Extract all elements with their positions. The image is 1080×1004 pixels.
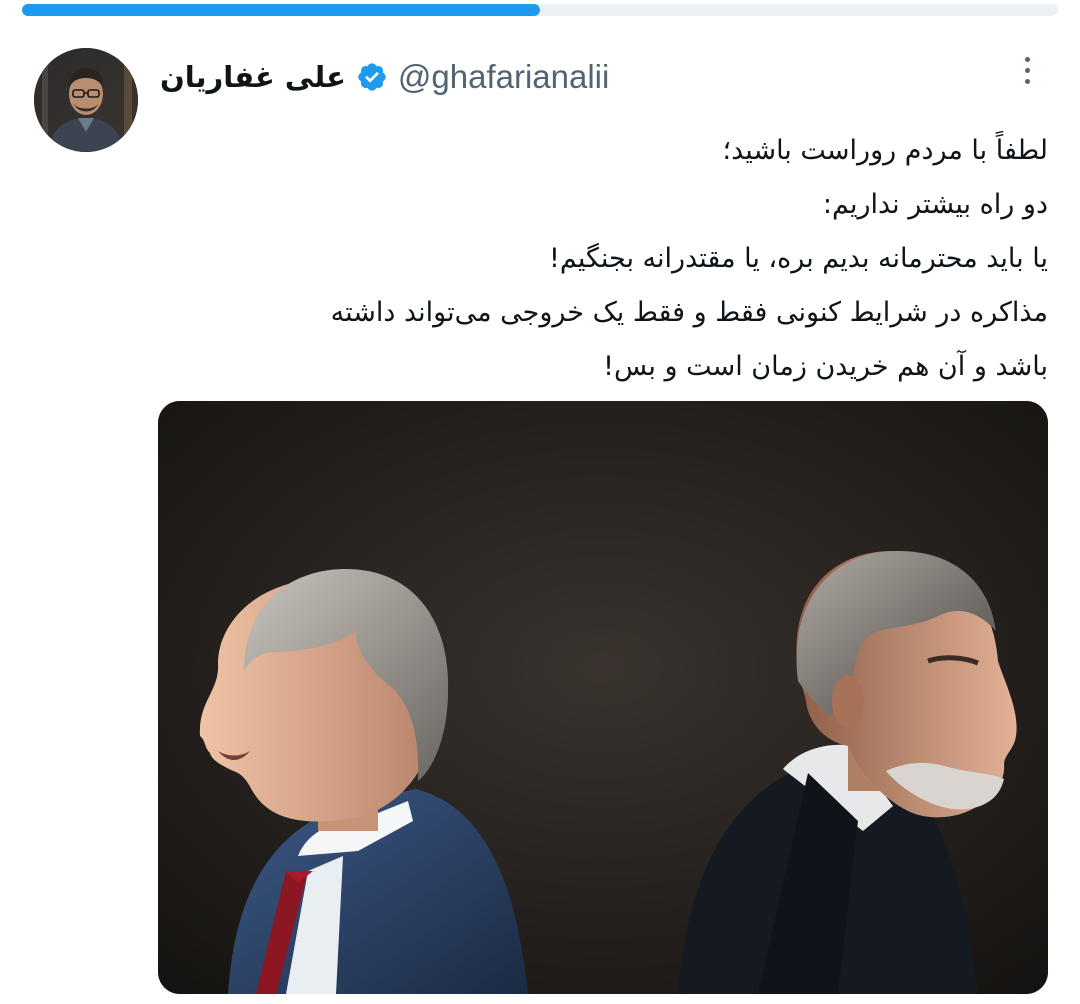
- tweet-text-line: لطفاً با مردم روراست باشید؛: [722, 135, 1048, 166]
- tweet-media-photo[interactable]: [158, 401, 1048, 994]
- avatar[interactable]: [34, 48, 138, 152]
- tweet-text-line: مذاکره در شرایط کنونی فقط و فقط یک خروجی…: [330, 297, 1048, 328]
- tweet-text-line: یا باید محترمانه بدیم بره، یا مقتدرانه ب…: [549, 243, 1048, 274]
- tweet-text-line: دو راه بیشتر نداریم:: [822, 189, 1048, 220]
- two-men-back-to-back-photo-icon: [158, 401, 1048, 994]
- user-handle[interactable]: @ghafarianalii: [398, 58, 609, 96]
- progress-bar-fill: [22, 4, 540, 16]
- more-vertical-icon[interactable]: [1012, 50, 1042, 90]
- display-name[interactable]: علی غفاریان: [160, 60, 346, 94]
- verified-badge-icon: [356, 61, 388, 93]
- tweet-text: لطفاً با مردم روراست باشید؛ دو راه بیشتر…: [160, 124, 1048, 394]
- profile-photo-icon: [34, 48, 138, 152]
- progress-bar: [22, 4, 1058, 16]
- tweet-header: علی غفاریان @ghafarianalii: [160, 52, 609, 102]
- tweet-text-line: باشد و آن هم خریدن زمان است و بس!: [603, 351, 1048, 382]
